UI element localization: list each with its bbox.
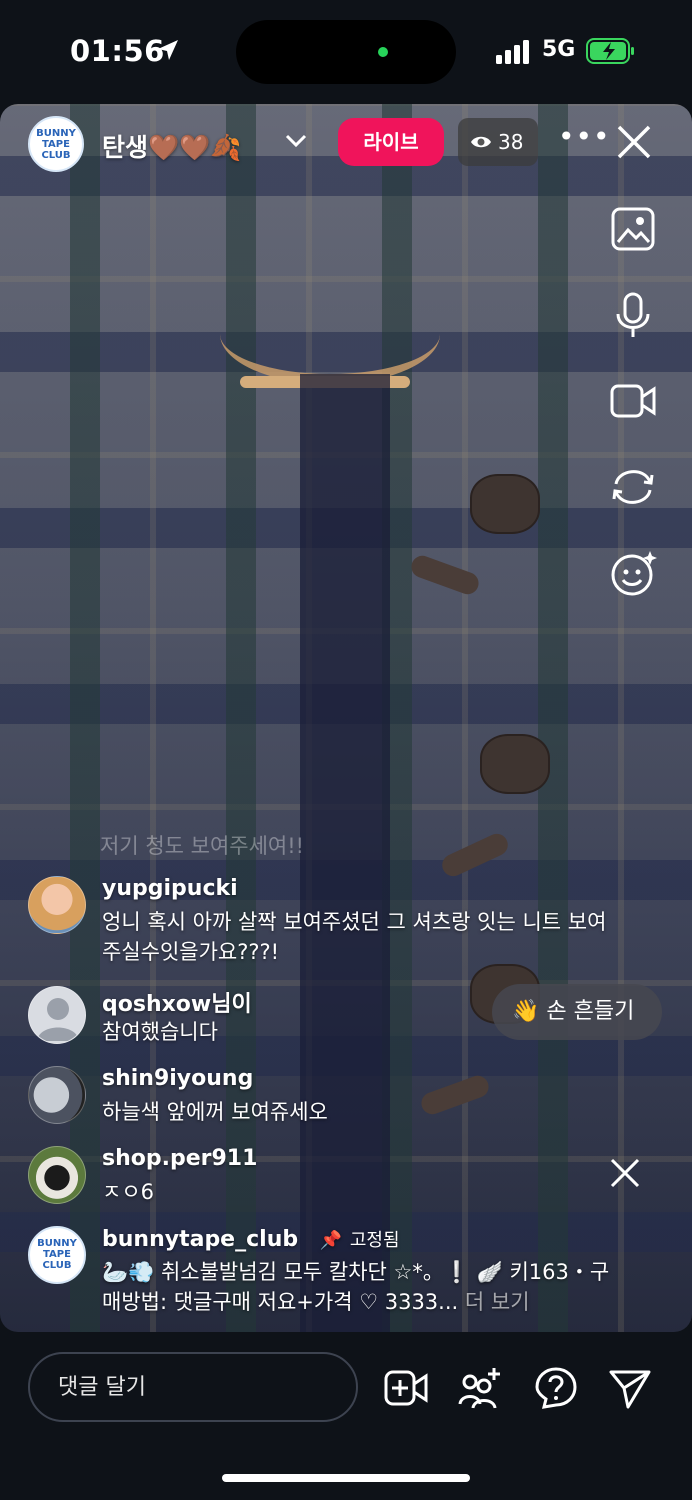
question-icon[interactable] [534,1366,578,1410]
eye-icon [471,136,491,148]
network-type: 5G [542,37,576,62]
send-icon[interactable] [608,1366,652,1410]
user-avatar[interactable] [28,876,86,934]
channel-avatar[interactable]: BUNNY TAPE CLUB [28,116,84,172]
more-options-button[interactable]: ••• [558,123,610,156]
close-icon[interactable] [614,122,654,162]
see-more-link[interactable]: 더 보기 [465,1290,530,1314]
image-gallery-icon[interactable] [608,204,658,254]
status-time: 01:56 [70,34,165,68]
flip-camera-icon[interactable] [608,462,658,512]
status-bar: 01:56 5G [0,0,692,104]
comment-username[interactable]: shin9iyoung [102,1066,253,1091]
pinned-text-block: 🦢💨 취소불발넘김 모두 칼차단 ☆*。❕ 🪽 키163・구매방법: 댓글구매 … [102,1257,612,1317]
close-pinned-icon[interactable] [608,1156,642,1190]
location-arrow-icon [158,40,178,60]
microphone-icon[interactable] [608,290,658,340]
dynamic-island [236,20,456,84]
video-camera-icon[interactable] [608,376,658,426]
toggle-button-shape [470,474,540,534]
signal-bars-icon [496,40,529,64]
pinned-comment-text: 🦢💨 취소불발넘김 모두 칼차단 ☆*。❕ 🪽 키163・구매방법: 댓글구매 … [102,1260,610,1314]
default-avatar-icon[interactable] [28,986,86,1044]
home-indicator [222,1474,470,1482]
live-video[interactable]: BUNNY TAPE CLUB 탄생🤎🤎🍂 라이브 38 ••• 저기 청도 보… [0,104,692,1332]
logo-text: BUNNY TAPE CLUB [36,128,76,161]
hanger-shape [220,284,440,384]
face-effects-icon[interactable] [608,548,658,598]
comment-username[interactable]: qoshxow님이 [102,986,252,1018]
pin-icon: 📌 [319,1230,343,1251]
pinned-username-row: bunnytape_club 📌 고정됨 [102,1226,400,1252]
logo-text: BUNNY TAPE CLUB [37,1238,77,1271]
user-avatar[interactable] [28,1146,86,1204]
faded-comment: 저기 청도 보여주세여!! [100,834,305,858]
comment-text: 엉니 혹시 아까 살짝 보여주셨던 그 셔츠랑 잇는 니트 보여주실수잇을가요?… [102,910,607,964]
camera-indicator-dot [378,47,388,57]
comment-username[interactable]: bunnytape_club [102,1227,298,1252]
pinned-label: 고정됨 [349,1230,400,1251]
live-badge: 라이브 [338,118,444,166]
toggle-button-shape [480,734,550,794]
comment-text: ㅈㅇ6 [102,1180,155,1204]
pinned-user-avatar[interactable]: BUNNY TAPE CLUB [28,1226,86,1284]
invite-guest-icon[interactable] [458,1366,502,1410]
battery-charging-icon [586,38,634,64]
comment-username[interactable]: shop.per911 [102,1146,257,1171]
user-avatar[interactable] [28,1066,86,1124]
viewer-count-badge[interactable]: 38 [458,118,538,166]
comment-username[interactable]: yupgipucki [102,876,238,901]
live-header: BUNNY TAPE CLUB 탄생🤎🤎🍂 라이브 38 ••• [0,104,692,194]
comment-text: 하늘색 앞에꺼 보여쥬세오 [102,1100,328,1124]
side-toolbar [608,204,662,634]
bottom-bar [0,1332,692,1500]
viewer-count: 38 [498,130,524,154]
chevron-down-icon[interactable] [284,132,308,150]
comment-input[interactable] [28,1352,358,1422]
toggle-peg-shape [408,552,482,598]
toggle-peg-shape [438,830,512,880]
wave-hand-button[interactable]: 👋 손 흔들기 [492,984,662,1040]
add-video-guest-icon[interactable] [384,1366,428,1410]
channel-name[interactable]: 탄생🤎🤎🍂 [102,128,241,164]
